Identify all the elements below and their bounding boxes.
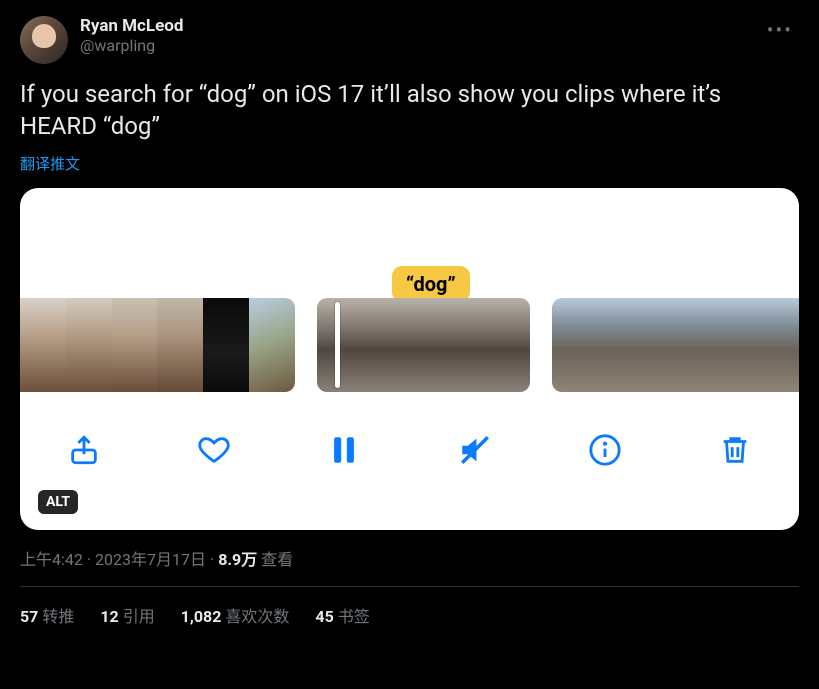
timeline-frame xyxy=(552,298,593,392)
timeline-frame xyxy=(66,298,112,392)
translate-tweet-link[interactable]: 翻译推文 xyxy=(20,153,80,174)
clip-group-active[interactable] xyxy=(317,298,530,392)
timeline-frame xyxy=(249,298,295,392)
video-timeline[interactable] xyxy=(20,298,799,392)
tweet-header: Ryan McLeod @warpling ••• xyxy=(20,16,799,64)
tweet-date: 2023年7月17日 xyxy=(95,550,206,569)
mute-icon xyxy=(458,433,492,471)
search-token-bubble: “dog” xyxy=(392,266,470,302)
pause-icon xyxy=(327,433,361,471)
timeline-frame xyxy=(20,298,66,392)
share-button[interactable] xyxy=(62,430,106,474)
divider xyxy=(20,586,799,587)
clip-group[interactable] xyxy=(20,298,295,392)
alt-badge[interactable]: ALT xyxy=(38,490,78,514)
like-button[interactable] xyxy=(192,430,236,474)
timeline-frame xyxy=(593,298,634,392)
author-display-name: Ryan McLeod xyxy=(80,16,749,36)
pause-button[interactable] xyxy=(322,430,366,474)
media-toolbar xyxy=(20,408,799,530)
timeline-frame xyxy=(388,298,459,392)
info-icon xyxy=(588,433,622,471)
tweet-stats: 57转推 12引用 1,082喜欢次数 45书签 xyxy=(20,603,799,627)
views-label: 查看 xyxy=(261,550,293,569)
tweet-text: If you search for “dog” on iOS 17 it’ll … xyxy=(20,78,799,143)
timeline-frame xyxy=(459,298,530,392)
tweet-time: 上午4:42 xyxy=(20,550,83,569)
timeline-frame xyxy=(717,298,758,392)
timeline-frame xyxy=(157,298,203,392)
timeline-frame xyxy=(758,298,799,392)
author-block[interactable]: Ryan McLeod @warpling xyxy=(80,16,749,56)
more-options-button[interactable]: ••• xyxy=(761,16,799,44)
heart-icon xyxy=(197,433,231,471)
clip-group[interactable] xyxy=(552,298,799,392)
author-handle: @warpling xyxy=(80,36,749,55)
stat-quotes[interactable]: 12引用 xyxy=(100,603,154,627)
delete-button[interactable] xyxy=(713,430,757,474)
timeline-frame xyxy=(676,298,717,392)
views-count: 8.9万 xyxy=(218,550,257,569)
timeline-frame xyxy=(112,298,158,392)
stat-bookmarks[interactable]: 45书签 xyxy=(315,603,369,627)
timeline-frame xyxy=(317,298,388,392)
tweet-container: Ryan McLeod @warpling ••• If you search … xyxy=(0,0,819,627)
info-button[interactable] xyxy=(583,430,627,474)
playhead[interactable] xyxy=(335,302,340,388)
mute-button[interactable] xyxy=(453,430,497,474)
avatar[interactable] xyxy=(20,16,68,64)
media-card[interactable]: “dog” xyxy=(20,188,799,530)
trash-icon xyxy=(718,433,752,471)
tweet-meta[interactable]: 上午4:42·2023年7月17日·8.9万 查看 xyxy=(20,546,799,570)
stat-retweets[interactable]: 57转推 xyxy=(20,603,74,627)
timeline-frame xyxy=(634,298,675,392)
stat-likes[interactable]: 1,082喜欢次数 xyxy=(181,603,290,627)
share-icon xyxy=(67,433,101,471)
timeline-frame xyxy=(203,298,249,392)
